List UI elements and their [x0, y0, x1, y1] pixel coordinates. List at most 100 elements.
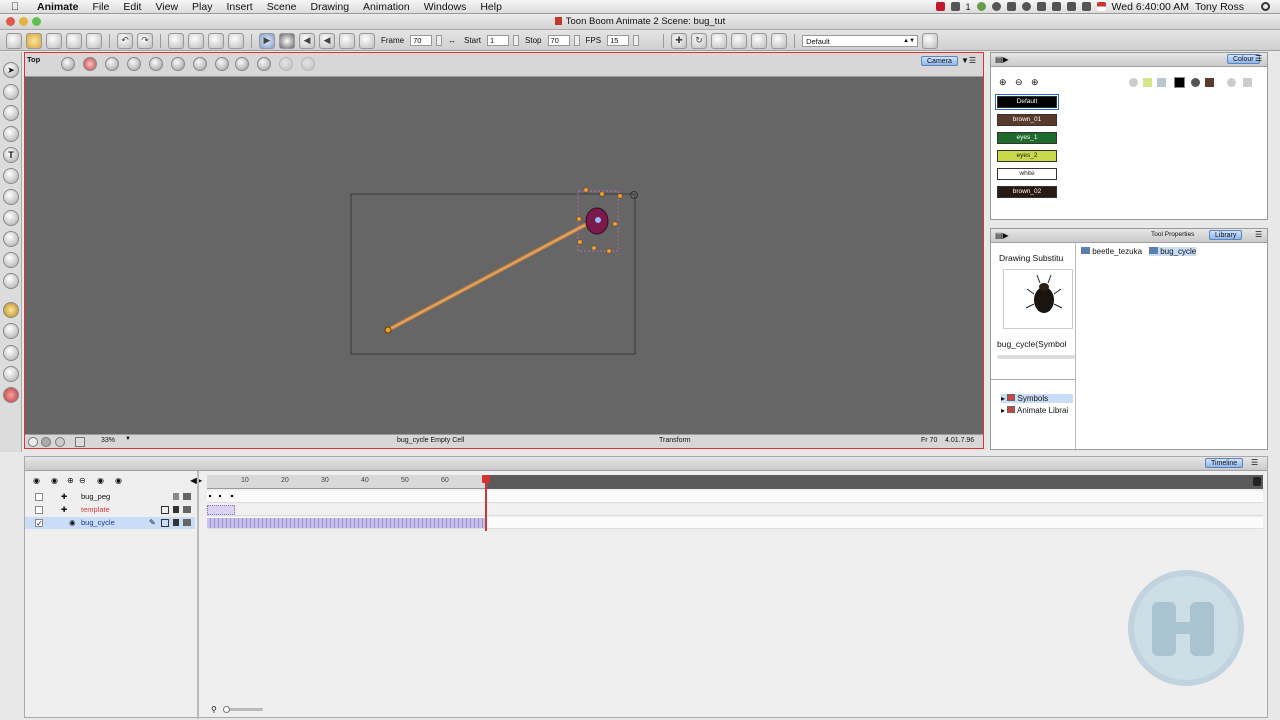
render-icon[interactable] [228, 32, 244, 49]
pan-icon[interactable] [193, 57, 207, 71]
new-scene-icon[interactable] [6, 32, 22, 49]
menu-app-name[interactable]: Animate [30, 1, 85, 13]
layer-row-template[interactable]: ✚ template [25, 504, 195, 516]
swatch-brown-02[interactable]: brown_02 [997, 186, 1057, 198]
sync-icon[interactable] [976, 2, 986, 11]
layer-menu-icon[interactable] [183, 506, 191, 513]
onion-skin-icon[interactable] [3, 387, 19, 403]
dropper-icon[interactable] [1129, 78, 1138, 87]
zoom-out-icon[interactable] [235, 57, 249, 71]
record-icon[interactable] [935, 2, 945, 11]
library-item-bug-cycle[interactable]: bug_cycle [1149, 247, 1197, 256]
stop-stepper[interactable] [573, 35, 580, 46]
menu-animation[interactable]: Animation [356, 1, 417, 13]
library-tab[interactable]: Library [1209, 230, 1243, 240]
keyframe-dot[interactable] [219, 495, 221, 497]
layer-menu-icon[interactable] [183, 519, 191, 526]
field-guide-icon[interactable] [301, 57, 315, 71]
zoom-in-icon[interactable] [215, 57, 229, 71]
redo-icon[interactable]: ↷ [137, 32, 153, 49]
timeline-zoom-icon[interactable]: ⚲ [211, 705, 217, 714]
grid-icon[interactable] [61, 57, 75, 71]
eraser-tool-icon[interactable] [3, 168, 19, 184]
swatch-eyes-1[interactable]: eyes_1 [997, 132, 1057, 144]
stop-field[interactable]: 70 [547, 35, 570, 46]
menubar-clock[interactable]: Wed 6:40:00 AM [1112, 1, 1189, 13]
bluetooth-icon[interactable] [1051, 2, 1061, 11]
remove-colour-icon[interactable]: ⊖ [1015, 77, 1023, 88]
tree-item-animate-library[interactable]: ▸ Animate Librai [1001, 406, 1068, 415]
camera-chip[interactable]: Camera [921, 56, 958, 66]
panel-menu-icon[interactable]: ▼☰ [961, 56, 976, 65]
menu-windows[interactable]: Windows [417, 1, 474, 13]
save-icon[interactable] [46, 32, 62, 49]
menu-edit[interactable]: Edit [116, 1, 148, 13]
volume-icon[interactable] [1081, 2, 1091, 11]
add-peg-icon[interactable]: ◉ [97, 476, 104, 485]
palette-list-icon[interactable] [1243, 78, 1252, 87]
flip-horizontal-icon[interactable] [149, 57, 163, 71]
apple-menu-icon[interactable]:  [0, 1, 30, 13]
view-tab[interactable]: Top [27, 55, 40, 64]
select-tool-icon[interactable]: ➤ [3, 62, 19, 78]
motion-icon[interactable] [771, 32, 788, 49]
display-icon[interactable] [1036, 2, 1046, 11]
tree-item-symbols[interactable]: ▸ Symbols [1001, 394, 1073, 403]
keyframe-dot[interactable] [231, 495, 233, 497]
status-icon[interactable] [950, 2, 960, 11]
loop-icon[interactable] [279, 32, 295, 49]
grid-tool-icon[interactable] [3, 323, 19, 339]
undo-icon[interactable]: ↶ [117, 32, 133, 49]
flag-icon[interactable] [1096, 2, 1106, 11]
play-icon[interactable]: ▶ [259, 32, 275, 49]
current-colour-swatch[interactable] [1174, 77, 1185, 88]
layer-name[interactable]: template [81, 504, 110, 516]
panel-layout-icon[interactable]: ▤▶ [995, 231, 1009, 240]
frames-row-bug-cycle[interactable] [207, 517, 1263, 529]
zoom-tool-icon[interactable] [3, 252, 19, 268]
colour-preview-swatch[interactable] [1143, 78, 1152, 87]
zoom-level[interactable]: 33% [101, 437, 115, 444]
palette-link-icon[interactable]: ⊕ [1031, 77, 1039, 88]
add-layer-icon[interactable]: ⊕ [67, 476, 74, 485]
timeline-tab[interactable]: Timeline [1205, 458, 1244, 468]
start-stepper[interactable] [513, 35, 520, 46]
preview-icon[interactable] [28, 437, 38, 447]
menu-file[interactable]: File [85, 1, 116, 13]
swatch-brown-01[interactable]: brown_01 [997, 114, 1057, 126]
morph-tool-icon[interactable] [3, 345, 19, 361]
frame-stepper[interactable] [436, 35, 443, 46]
close-window-button[interactable] [6, 17, 15, 26]
pencil-icon[interactable]: ✎ [149, 519, 156, 527]
flip-vertical-icon[interactable] [171, 57, 185, 71]
timeline-menu-icon[interactable]: ☰ [1251, 458, 1258, 467]
stop-icon[interactable] [339, 32, 355, 49]
visibility-icon[interactable] [161, 506, 169, 514]
menu-scene[interactable]: Scene [260, 1, 304, 13]
clock-app-icon[interactable] [991, 2, 1001, 11]
remove-layer-icon[interactable]: ⊖ [79, 476, 86, 485]
zoom-window-button[interactable] [32, 17, 41, 26]
ruler-end-marker[interactable] [1253, 477, 1261, 486]
layer-menu-icon[interactable] [183, 493, 191, 500]
move-icon[interactable]: ✚ [671, 32, 688, 49]
show-all-icon[interactable]: ◉ [33, 476, 40, 485]
layer-row-bug-peg[interactable]: ✚ bug_peg [25, 491, 195, 503]
keyframe-dot[interactable] [209, 495, 211, 497]
exposure-block[interactable] [207, 518, 485, 528]
workspace-select[interactable]: Default ▲▼ [802, 34, 919, 47]
frames-row-template[interactable] [207, 504, 1263, 516]
layer-row-bug-cycle[interactable]: ✓ ◉ bug_cycle ✎ [25, 517, 195, 529]
paint-tool-icon[interactable] [3, 189, 19, 205]
frames-row-bug-peg[interactable] [207, 491, 1263, 503]
swatch-default[interactable]: Default [995, 94, 1059, 110]
time-machine-icon[interactable] [1021, 2, 1031, 11]
frame-ruler[interactable]: 10 20 30 40 50 60 [207, 475, 1263, 489]
cutter-tool-icon[interactable] [3, 366, 19, 382]
start-field[interactable]: 1 [487, 35, 510, 46]
rotate-icon[interactable]: ↻ [691, 32, 708, 49]
lock-icon[interactable] [173, 506, 179, 513]
colour-panel-menu-icon[interactable]: ☰ [1255, 54, 1262, 63]
menu-drawing[interactable]: Drawing [304, 1, 357, 13]
menubar-user[interactable]: Tony Ross [1195, 1, 1244, 13]
